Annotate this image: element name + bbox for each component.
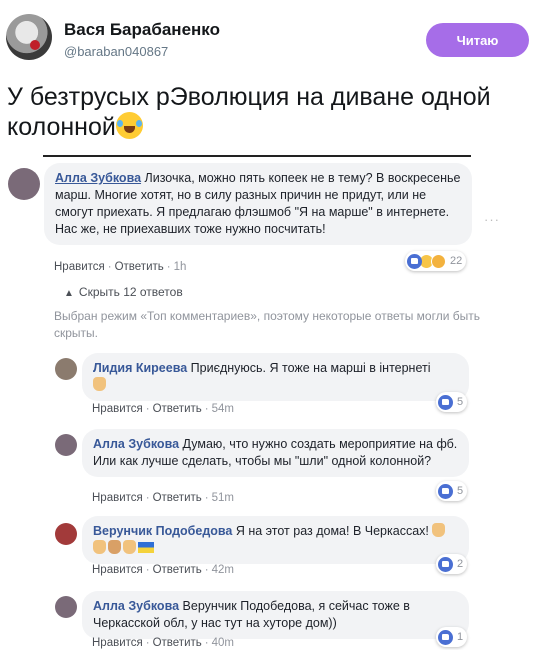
author-name[interactable]: Вася Барабаненко [64,20,220,40]
like-reaction-icon [407,253,422,269]
reply-link[interactable]: Ответить [153,564,202,576]
reply-time[interactable]: 42m [212,564,234,576]
author-avatar[interactable] [6,14,52,60]
reply-actions: Нравится · Ответить · 54m [92,403,234,415]
laughing-emoji-icon [115,112,143,139]
reply-actions: Нравится · Ответить · 51m [92,492,234,504]
chevron-up-icon: ▲ [64,288,74,299]
reply-link[interactable]: Ответить [153,403,202,415]
tweet-text-body: У безтрусых рЭволюция на диване одной ко… [7,83,491,141]
comment-bubble: Алла Зубкова Лизочка, можно пять копеек … [44,163,472,245]
comment-time[interactable]: 1h [174,261,187,273]
hide-replies-label: Скрыть 12 ответов [78,285,183,299]
reactions-count: 5 [457,485,464,497]
like-link[interactable]: Нравится [92,637,143,649]
reply-text: Я на этот раз дома! В Черкассах! [235,524,429,538]
reactions-badge[interactable]: 22 [405,251,467,271]
reply-author[interactable]: Верунчик Подобедова [93,524,232,538]
reply-time[interactable]: 51m [212,492,234,504]
reply-bubble: Алла Зубкова Думаю, что нужно создать ме… [82,429,469,477]
reply-link[interactable]: Ответить [153,637,202,649]
top-comments-notice: Выбран режим «Топ комментариев», поэтому… [54,309,480,340]
like-reaction-icon [438,556,453,572]
more-options-icon[interactable]: ··· [484,212,500,227]
sad-reaction-icon [431,253,446,269]
fist-emoji-icon [93,540,106,554]
like-reaction-icon [438,483,453,499]
reactions-badge[interactable]: 1 [436,627,468,647]
reply-time[interactable]: 40m [212,637,234,649]
reply-text: Приєднуюсь. Я тоже на марші в інтернеті [190,361,431,375]
reply-bubble: Алла Зубкова Верунчик Подобедова, я сейч… [82,591,469,639]
avatar [55,358,77,380]
reactions-badge[interactable]: 2 [436,554,468,574]
reply-bubble: Верунчик Подобедова Я на этот раз дома! … [82,516,469,564]
reactions-count: 22 [450,255,463,267]
reactions-count: 2 [457,558,464,570]
tweet-text: У безтрусых рЭволюция на диване одной ко… [7,82,532,142]
reply-time[interactable]: 54m [212,403,234,415]
reactions-badge[interactable]: 5 [436,392,468,412]
hide-replies-link[interactable]: ▲ Скрыть 12 ответов [64,285,183,299]
comment-actions: Нравится · Ответить · 1h [54,261,187,273]
embed-top-border [43,155,471,157]
avatar [55,523,77,545]
reply-bubble: Лидия Киреева Приєднуюсь. Я тоже на марш… [82,353,469,401]
fist-emoji-icon [108,540,121,554]
reply-author[interactable]: Алла Зубкова [93,437,179,451]
reply-author[interactable]: Алла Зубкова [93,599,179,613]
follow-button[interactable]: Читаю [426,23,529,57]
like-reaction-icon [438,629,453,645]
fist-emoji-icon [432,523,446,537]
like-link[interactable]: Нравится [92,492,143,504]
rose-icon [30,40,40,50]
author-handle[interactable]: @baraban040867 [64,44,168,59]
comment-author[interactable]: Алла Зубкова [55,171,141,185]
reply-actions: Нравится · Ответить · 40m [92,637,234,649]
ukraine-flag-icon [138,542,154,553]
like-reaction-icon [438,394,453,410]
reactions-count: 1 [457,631,464,643]
reply-link[interactable]: Ответить [115,261,164,273]
reply-actions: Нравится · Ответить · 42m [92,564,234,576]
reply-link[interactable]: Ответить [153,492,202,504]
avatar [55,596,77,618]
thumbs-up-emoji-icon [93,377,106,391]
embedded-screenshot: Алла Зубкова Лизочка, можно пять копеек … [0,155,535,650]
like-link[interactable]: Нравится [92,403,143,415]
avatar [8,168,40,200]
reactions-count: 5 [457,396,464,408]
reactions-badge[interactable]: 5 [436,481,468,501]
like-link[interactable]: Нравится [92,564,143,576]
reply-author[interactable]: Лидия Киреева [93,361,187,375]
fist-emoji-icon [123,540,136,554]
avatar [55,434,77,456]
like-link[interactable]: Нравится [54,261,105,273]
